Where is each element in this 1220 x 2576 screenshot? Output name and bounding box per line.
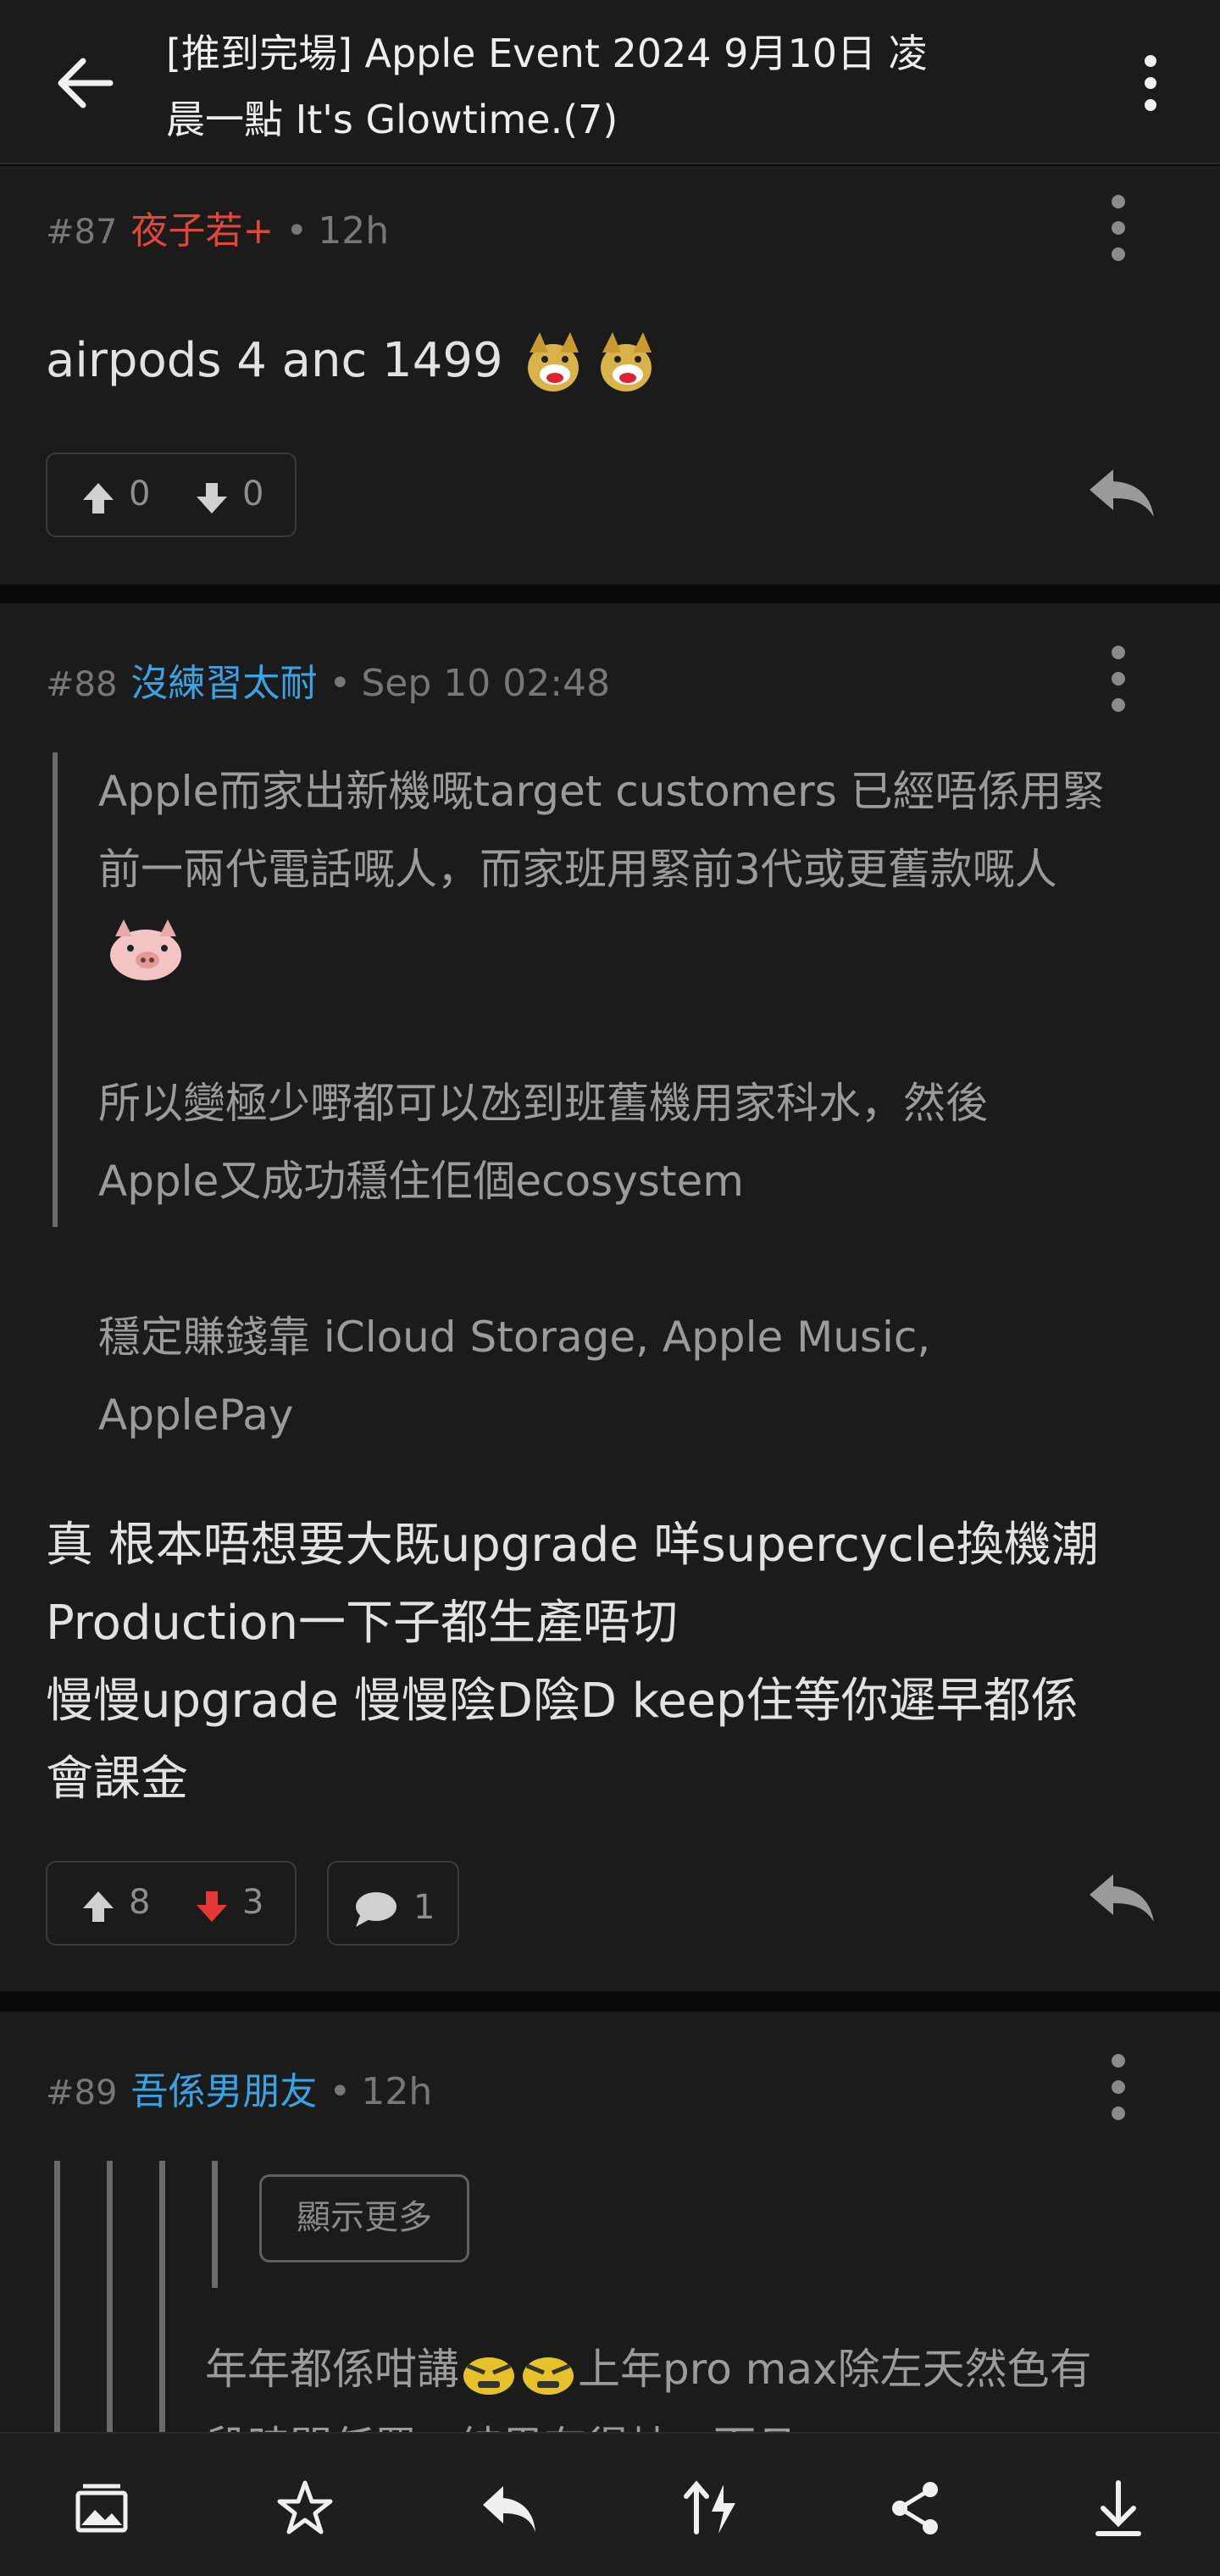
quote-line: 穩定賺錢靠 iCloud Storage, Apple Music, [98,1313,931,1362]
post-body: 真 根本唔想要大既upgrade 咩supercycle換機潮 Producti… [46,1507,1181,1818]
reply-icon[interactable] [1084,464,1157,520]
post-87: #87 夜子若+ • 12h airpods 4 anc 1499 0 0 [0,166,1220,585]
nested-quote-bar [107,2161,113,2432]
laughing-emoji-icon [528,331,580,391]
vote-box: 0 0 [46,452,297,537]
separator-dot: • [329,2070,352,2113]
nested-quote-bar [54,2161,60,2432]
author-name[interactable]: 吾係男朋友 [130,2070,317,2113]
star-icon[interactable] [274,2478,336,2539]
downvote-count: 3 [242,1883,264,1922]
show-more-button[interactable]: 顯示更多 [259,2174,469,2262]
post-body-text: airpods 4 anc 1499 [46,333,503,388]
upvote-count: 8 [129,1883,151,1922]
image-gallery-icon[interactable] [71,2478,132,2539]
reply-icon[interactable] [478,2478,539,2539]
quote-line: Apple又成功穩住佢個ecosystem [98,1157,744,1206]
replies-button[interactable]: 1 [327,1861,459,1946]
post-body-line: 慢慢upgrade 慢慢陰D陰D keep住等你遲早都係 [46,1674,1079,1729]
download-icon[interactable] [1088,2478,1149,2539]
nested-quote-bar [212,2161,218,2288]
back-arrow-icon[interactable] [51,53,119,114]
thread-title: [推到完場] Apple Event 2024 9月10日 凌 晨一點 It's… [166,20,1013,153]
nested-quote-bar [159,2161,165,2432]
post-time: 12h [318,209,390,253]
separator-dot: • [329,662,352,705]
post-time: Sep 10 02:48 [361,662,611,705]
post-menu-icon[interactable] [1101,190,1135,266]
app-bar: [推到完場] Apple Event 2024 9月10日 凌 晨一點 It's… [0,0,1220,164]
upvote-icon[interactable] [80,1888,117,1925]
post-menu-icon[interactable] [1101,641,1135,717]
quote-text-b: 上年pro max除左天然色有 [578,2345,1092,2394]
quote-text-a: 年年都係咁講 [205,2345,459,2394]
more-options-icon[interactable] [1127,47,1174,119]
quoted-text: Apple而家出新機嘅target customers 已經唔係用緊 前一兩代電… [98,752,1191,1454]
post-header: #89 吾係男朋友 • 12h [46,2061,433,2113]
post-number: #89 [46,2074,118,2112]
post-88: #88 沒練習太耐 • Sep 10 02:48 Apple而家出新機嘅target … [0,603,1220,1991]
author-name[interactable]: 夜子若+ [130,209,274,253]
downvote-icon[interactable] [193,480,230,517]
quote-line: 前一兩代電話嘅人，而家班用緊前3代或更舊款嘅人 [98,845,1057,894]
post-body-line: 真 根本唔想要大既upgrade 咩supercycle換機潮 [46,1518,1099,1573]
post-number: #87 [46,213,118,252]
thread-title-line-1: [推到完場] Apple Event 2024 9月10日 凌 [166,31,928,76]
downvote-icon[interactable] [193,1888,230,1925]
angry-emoji-icon [463,2357,514,2395]
separator-dot: • [286,209,308,253]
quote-bar [53,752,58,1227]
quote-line: Apple而家出新機嘅target customers 已經唔係用緊 [98,767,1105,816]
quote-line: ApplePay [98,1391,294,1440]
sort-icon[interactable] [681,2478,742,2539]
downvote-count: 0 [242,475,264,514]
post-number: #88 [46,665,118,704]
pig-emoji-icon [110,919,181,980]
upvote-count: 0 [129,475,151,514]
post-body-line: Production一下子都生產唔切 [46,1596,678,1651]
quote-line: 所以變極少嘢都可以氹到班舊機用家科水，然後 [98,1079,988,1128]
author-name[interactable]: 沒練習太耐 [130,662,317,705]
laughing-emoji-icon [601,331,652,391]
reply-count: 1 [413,1888,435,1927]
bottom-toolbar [0,2432,1220,2576]
post-time: 12h [361,2070,433,2113]
angry-emoji-icon [523,2357,574,2395]
reply-icon[interactable] [1084,1869,1157,1925]
post-menu-icon[interactable] [1101,2049,1135,2125]
post-body-line: 會課金 [46,1752,188,1807]
vote-box: 8 3 [46,1861,297,1946]
post-body: airpods 4 anc 1499 [46,322,1181,400]
post-header: #88 沒練習太耐 • Sep 10 02:48 [46,652,611,705]
share-icon[interactable] [884,2478,946,2539]
post-89: #89吾係男朋友•12h 年年都係咁講 上年pro max除左天然色有 段時間任… [0,2012,1220,2472]
upvote-icon[interactable] [80,480,117,517]
comment-bubble-icon [356,1892,396,1927]
thread-title-line-2: 晨一點 It's Glowtime.(7) [166,97,618,142]
post-header: #87 夜子若+ • 12h [46,200,390,253]
